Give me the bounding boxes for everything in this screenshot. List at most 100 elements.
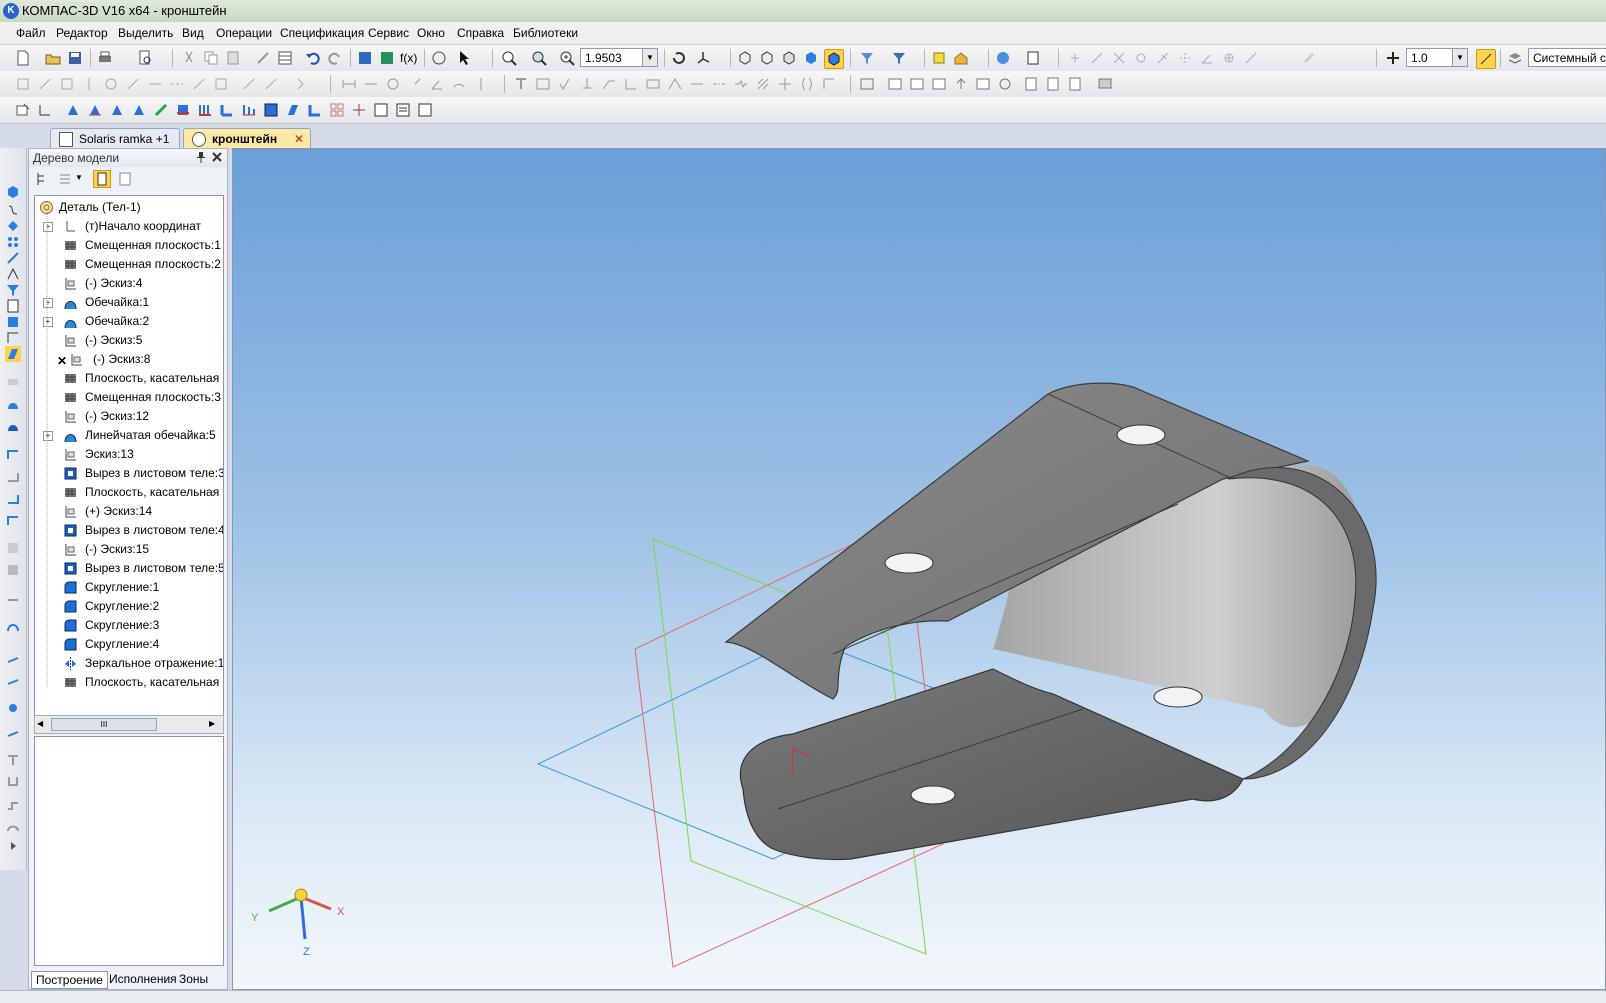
loft-icon[interactable] <box>130 101 148 119</box>
section-line-icon[interactable] <box>688 75 706 93</box>
menu-service[interactable]: Сервис <box>368 26 409 40</box>
local-cs-icon[interactable] <box>36 101 54 119</box>
snap-normal-icon[interactable] <box>1154 49 1172 67</box>
menu-operations[interactable]: Операции <box>216 26 272 40</box>
menu-file[interactable]: Файл <box>16 26 46 40</box>
arrow-view-icon[interactable] <box>666 75 684 93</box>
tree-relations-icon[interactable] <box>93 170 111 188</box>
sheet-rib-icon[interactable] <box>5 650 21 666</box>
spec-add-icon[interactable] <box>886 75 904 93</box>
bend-icon[interactable] <box>306 101 324 119</box>
cut-extrude-icon[interactable] <box>174 101 192 119</box>
shaded-icon[interactable] <box>802 49 820 67</box>
spec-doc3-icon[interactable] <box>1066 75 1084 93</box>
menu-libraries[interactable]: Библиотеки <box>513 26 578 40</box>
compact-filter-icon[interactable] <box>5 282 21 298</box>
tab-zones[interactable]: Зоны <box>175 971 212 987</box>
center-mark-icon[interactable] <box>776 75 794 93</box>
spec-link-icon[interactable] <box>974 75 992 93</box>
sketch-mode-icon[interactable] <box>14 101 32 119</box>
dim-angle-icon[interactable] <box>428 75 446 93</box>
snap-center-icon[interactable] <box>1220 49 1238 67</box>
sheet-jalousie-icon[interactable] <box>5 512 21 528</box>
compact-surface-icon[interactable] <box>5 218 21 234</box>
mirror2d-icon[interactable] <box>294 75 312 93</box>
sheet-u-icon[interactable] <box>5 774 21 790</box>
chevron-down-icon[interactable]: ▼ <box>642 49 657 66</box>
compact-aux-icon[interactable] <box>5 250 21 266</box>
compact-report-icon[interactable] <box>5 314 21 330</box>
paste-icon[interactable] <box>224 49 242 67</box>
frame-icon[interactable] <box>858 75 876 93</box>
trim-icon[interactable] <box>146 75 164 93</box>
tree-structure-icon[interactable] <box>35 171 51 187</box>
variables-icon[interactable] <box>378 49 396 67</box>
spec-sync-icon[interactable] <box>996 75 1014 93</box>
new-file-icon[interactable] <box>14 49 32 67</box>
extend-icon[interactable] <box>190 75 208 93</box>
globe-icon[interactable] <box>994 49 1012 67</box>
menu-editor[interactable]: Редактор <box>56 26 108 40</box>
snap-point-icon[interactable] <box>1066 49 1084 67</box>
spec-edit-icon[interactable] <box>908 75 926 93</box>
table-icon[interactable] <box>276 49 294 67</box>
sheet-plate-icon[interactable] <box>5 374 21 390</box>
close-tab-icon[interactable]: ✕ <box>294 129 304 149</box>
compact-3d-icon[interactable] <box>5 184 21 200</box>
bracket-icon[interactable] <box>798 75 816 93</box>
sheet-arc-icon[interactable] <box>5 818 21 834</box>
chamfer-icon[interactable] <box>212 75 230 93</box>
close-icon[interactable] <box>211 150 223 164</box>
properties-icon[interactable] <box>254 49 272 67</box>
toolbar-expand-icon[interactable] <box>5 838 21 854</box>
sheet-fold-icon[interactable] <box>5 618 21 634</box>
rotate2d-icon[interactable] <box>36 75 54 93</box>
measure-icon[interactable] <box>1024 49 1042 67</box>
wireframe-icon[interactable] <box>736 49 754 67</box>
sheet-louver-icon[interactable] <box>5 672 21 688</box>
break-icon[interactable] <box>168 75 186 93</box>
chevron-down-icon[interactable]: ▼ <box>75 173 83 182</box>
sheet-stamp-icon[interactable] <box>5 490 21 506</box>
sheet-cut-icon[interactable] <box>5 562 21 578</box>
layers-icon[interactable] <box>1506 49 1524 67</box>
sheet-hole-icon[interactable] <box>5 540 21 556</box>
chevron-down-icon[interactable]: ▼ <box>1452 49 1467 66</box>
spec-object-icon[interactable] <box>394 101 412 119</box>
help-pointer-icon[interactable] <box>456 49 474 67</box>
compact-array-icon[interactable] <box>5 234 21 250</box>
open-file-icon[interactable] <box>44 49 62 67</box>
thin-hidden-icon[interactable] <box>780 49 798 67</box>
box-icon[interactable] <box>930 49 948 67</box>
tab-construction[interactable]: Построение <box>31 971 108 989</box>
compact-spec-icon[interactable] <box>5 298 21 314</box>
revolve-icon[interactable] <box>86 101 104 119</box>
cut-icon[interactable] <box>180 49 198 67</box>
calc-icon[interactable] <box>430 49 448 67</box>
dim-aligned-icon[interactable] <box>362 75 380 93</box>
tab-solaris-ramka[interactable]: Solaris ramka +1 <box>50 128 180 148</box>
dim-height-icon[interactable] <box>472 75 490 93</box>
symmetry-icon[interactable] <box>80 75 98 93</box>
compact-measure-icon[interactable] <box>5 266 21 282</box>
zoom-window-icon[interactable] <box>530 49 548 67</box>
house-icon[interactable] <box>952 49 970 67</box>
menu-specification[interactable]: Спецификация <box>280 26 364 40</box>
hidden-lines-icon[interactable] <box>758 49 776 67</box>
compact-elements-icon[interactable] <box>5 330 21 346</box>
sheet-bend-icon[interactable] <box>5 446 21 462</box>
spec-doc2-icon[interactable] <box>1044 75 1062 93</box>
dim-radius-icon[interactable] <box>406 75 424 93</box>
scroll-thumb[interactable]: III <box>51 718 157 731</box>
spec-doc-icon[interactable] <box>1022 75 1040 93</box>
roughness-icon[interactable] <box>556 75 574 93</box>
filter2-icon[interactable] <box>890 49 908 67</box>
green-edit-icon[interactable] <box>152 101 170 119</box>
assembly-icon[interactable] <box>350 101 368 119</box>
sheet-shell-icon[interactable] <box>5 396 21 412</box>
break-line-icon[interactable] <box>732 75 750 93</box>
scroll-left-icon[interactable]: ◀ <box>37 719 43 728</box>
text-icon[interactable] <box>512 75 530 93</box>
block-icon[interactable] <box>262 101 280 119</box>
tree-show-icon[interactable] <box>117 171 133 187</box>
